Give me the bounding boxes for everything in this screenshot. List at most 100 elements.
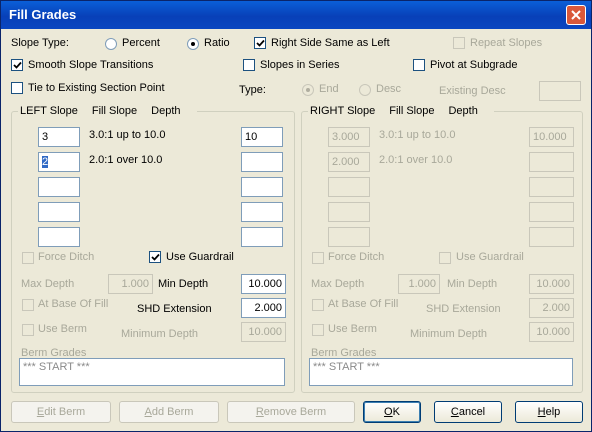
left-minimum-depth-label: Minimum Depth: [121, 328, 199, 340]
type-label: Type:: [239, 84, 266, 96]
right-slope-2[interactable]: 2.000: [328, 152, 370, 172]
right-force-ditch-label: Force Ditch: [328, 251, 385, 263]
left-use-berm-label: Use Berm: [38, 323, 87, 335]
left-depth-3[interactable]: [241, 177, 283, 197]
right-slope-3[interactable]: [328, 177, 370, 197]
ok-button[interactable]: OK: [363, 401, 421, 423]
right-use-berm-label: Use Berm: [328, 323, 377, 335]
smooth-transitions-checkbox[interactable]: [11, 59, 23, 71]
left-depth-1[interactable]: 10: [241, 127, 283, 147]
right-use-guardrail-checkbox[interactable]: [439, 252, 451, 264]
right-berm-grades-list[interactable]: *** START ***: [309, 358, 573, 386]
left-depth-5[interactable]: [241, 227, 283, 247]
left-force-ditch-checkbox[interactable]: [22, 252, 34, 264]
left-use-berm-checkbox[interactable]: [22, 324, 34, 336]
right-minimum-depth-field[interactable]: 10.000: [529, 322, 574, 342]
help-mnemonic: H: [537, 406, 546, 418]
right-fill-slope-header: Fill Slope: [389, 105, 435, 117]
right-depth-3[interactable]: [529, 177, 574, 197]
slopes-in-series-label: Slopes in Series: [260, 59, 340, 71]
right-min-depth-label: Min Depth: [447, 278, 498, 290]
left-depth-2[interactable]: [241, 152, 283, 172]
desc-label: Desc: [376, 83, 402, 95]
existing-desc-label: Existing Desc: [439, 85, 506, 97]
help-button[interactable]: Help: [515, 401, 583, 423]
title-bar[interactable]: Fill Grades: [1, 1, 591, 29]
right-depth-2[interactable]: [529, 152, 574, 172]
left-minimum-depth-field[interactable]: 10.000: [241, 322, 286, 342]
left-min-depth-field[interactable]: 10.000: [241, 274, 286, 294]
desc-radio[interactable]: [359, 84, 371, 96]
left-shd-field[interactable]: 2.000: [241, 298, 286, 318]
left-slope-2-selection: 2: [42, 156, 49, 168]
right-depth-header: Depth: [448, 105, 478, 117]
right-depth-4[interactable]: [529, 202, 574, 222]
edit-berm-button[interactable]: Edit Berm: [11, 401, 111, 423]
repeat-slopes-label: Repeat Slopes: [470, 37, 543, 49]
left-slope-3[interactable]: [38, 177, 80, 197]
tie-existing-label: Tie to Existing Section Point: [28, 82, 165, 94]
right-same-label: Right Side Same as Left: [271, 37, 390, 49]
close-button[interactable]: [566, 5, 586, 25]
right-slope-5[interactable]: [328, 227, 370, 247]
right-desc-1: 3.0:1 up to 10.0: [379, 129, 456, 141]
right-force-ditch-checkbox[interactable]: [312, 252, 324, 264]
left-fill-slope-header: Fill Slope: [91, 105, 138, 117]
right-slope-title: RIGHT Slope: [310, 105, 376, 117]
right-slope-1[interactable]: 3.000: [328, 127, 370, 147]
left-depth-4[interactable]: [241, 202, 283, 222]
right-min-depth-field[interactable]: 10.000: [529, 274, 574, 294]
add-berm-mnemonic: A: [144, 406, 152, 418]
left-at-base-label: At Base Of Fill: [38, 298, 109, 310]
end-label: End: [319, 83, 339, 95]
remove-berm-button[interactable]: Remove Berm: [227, 401, 355, 423]
tie-existing-checkbox[interactable]: [11, 82, 23, 94]
right-shd-label: SHD Extension: [426, 303, 501, 315]
checkmark-icon: [256, 39, 265, 47]
left-slope-title: LEFT Slope: [20, 105, 78, 117]
pivot-subgrade-label: Pivot at Subgrade: [430, 59, 518, 71]
add-berm-button[interactable]: Add Berm: [119, 401, 219, 423]
repeat-slopes-checkbox[interactable]: [453, 37, 465, 49]
right-shd-field[interactable]: 2.000: [529, 298, 574, 318]
right-use-berm-checkbox[interactable]: [312, 324, 324, 336]
right-at-base-checkbox[interactable]: [312, 299, 324, 311]
slopes-in-series-checkbox[interactable]: [243, 59, 255, 71]
right-desc-2: 2.0:1 over 10.0: [379, 154, 453, 166]
left-use-guardrail-checkbox[interactable]: [149, 251, 161, 263]
cancel-button[interactable]: Cancel: [434, 401, 502, 423]
ratio-radio[interactable]: [187, 38, 199, 50]
fill-grades-dialog: Fill Grades Slope Type: Percent Ratio Ri…: [0, 0, 592, 432]
right-use-guardrail-label: Use Guardrail: [456, 251, 524, 263]
left-max-depth-label: Max Depth: [21, 278, 75, 290]
checkmark-icon: [151, 253, 160, 261]
left-use-guardrail-label: Use Guardrail: [166, 251, 234, 263]
add-berm-label: dd Berm: [151, 406, 194, 418]
ok-mnemonic: O: [384, 406, 393, 418]
left-slope-5[interactable]: [38, 227, 80, 247]
cancel-mnemonic: C: [450, 406, 459, 418]
checkmark-icon: [13, 61, 22, 69]
percent-radio[interactable]: [105, 38, 117, 50]
left-desc-2: 2.0:1 over 10.0: [89, 154, 163, 166]
smooth-transitions-label: Smooth Slope Transitions: [28, 59, 154, 71]
right-slope-4[interactable]: [328, 202, 370, 222]
left-group-header: LEFT Slope Fill Slope Depth: [18, 105, 197, 117]
close-icon: [571, 10, 581, 20]
right-group-header: RIGHT Slope Fill Slope Depth: [308, 105, 494, 117]
right-same-checkbox[interactable]: [254, 37, 266, 49]
left-slope-1[interactable]: 3: [38, 127, 80, 147]
end-radio[interactable]: [302, 84, 314, 96]
existing-desc-field[interactable]: [539, 81, 581, 101]
right-depth-1[interactable]: 10.000: [529, 127, 574, 147]
pivot-subgrade-checkbox[interactable]: [413, 59, 425, 71]
remove-berm-label: emove Berm: [263, 406, 327, 418]
left-at-base-checkbox[interactable]: [22, 299, 34, 311]
right-depth-5[interactable]: [529, 227, 574, 247]
left-slope-4[interactable]: [38, 202, 80, 222]
right-max-depth-field[interactable]: 1.000: [398, 274, 440, 294]
ok-label: K: [392, 406, 400, 418]
left-max-depth-field[interactable]: 1.000: [108, 274, 153, 294]
left-berm-grades-list[interactable]: *** START ***: [19, 358, 285, 386]
left-slope-2[interactable]: 2: [38, 152, 80, 172]
